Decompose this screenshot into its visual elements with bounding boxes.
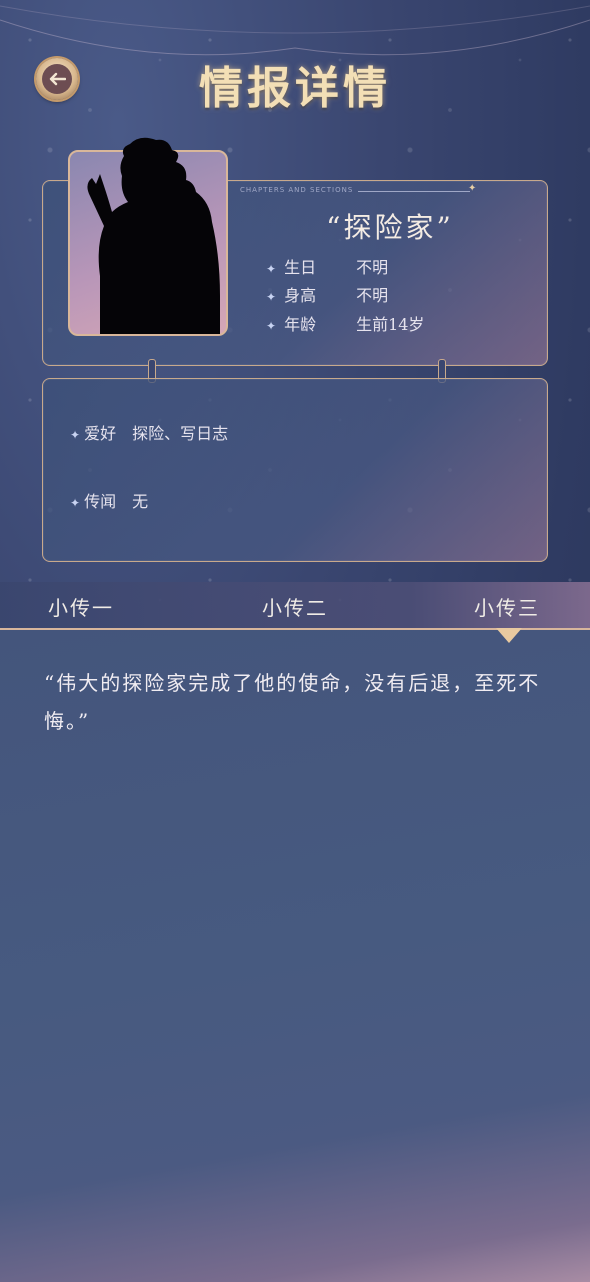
sparkle-icon: ✦: [468, 183, 477, 194]
details-card: [42, 378, 548, 562]
character-name: “探险家”: [326, 211, 454, 244]
star-bullet-icon: ✦: [266, 319, 277, 333]
tab-biography-1[interactable]: 小传一: [48, 592, 114, 621]
detail-rumor: ✦ 传闻无: [70, 492, 149, 511]
chapter-divider: [358, 191, 470, 192]
active-tab-indicator: [496, 628, 522, 643]
stat-birthday: ✦ 生日 不明: [266, 258, 389, 277]
story-text: “伟大的探险家完成了他的使命，没有后退，至死不悔。”: [44, 671, 541, 733]
stat-height: ✦ 身高 不明: [266, 286, 389, 305]
star-bullet-icon: ✦: [70, 428, 81, 442]
chapter-tag: CHAPTERS AND SECTIONS: [240, 186, 354, 194]
star-bullet-icon: ✦: [266, 262, 277, 276]
detail-hobby: ✦ 爱好 探险、写日志: [70, 424, 229, 443]
page-title: 情报详情: [199, 63, 391, 114]
stat-age: ✦ 年龄 生前14岁: [266, 315, 425, 334]
star-bullet-icon: ✦: [70, 496, 81, 510]
tab-biography-3[interactable]: 小传三: [474, 592, 540, 621]
tab-biography-2[interactable]: 小传二: [262, 592, 328, 621]
character-portrait: [68, 137, 228, 336]
character-silhouette: [87, 137, 220, 334]
star-bullet-icon: ✦: [266, 290, 277, 304]
